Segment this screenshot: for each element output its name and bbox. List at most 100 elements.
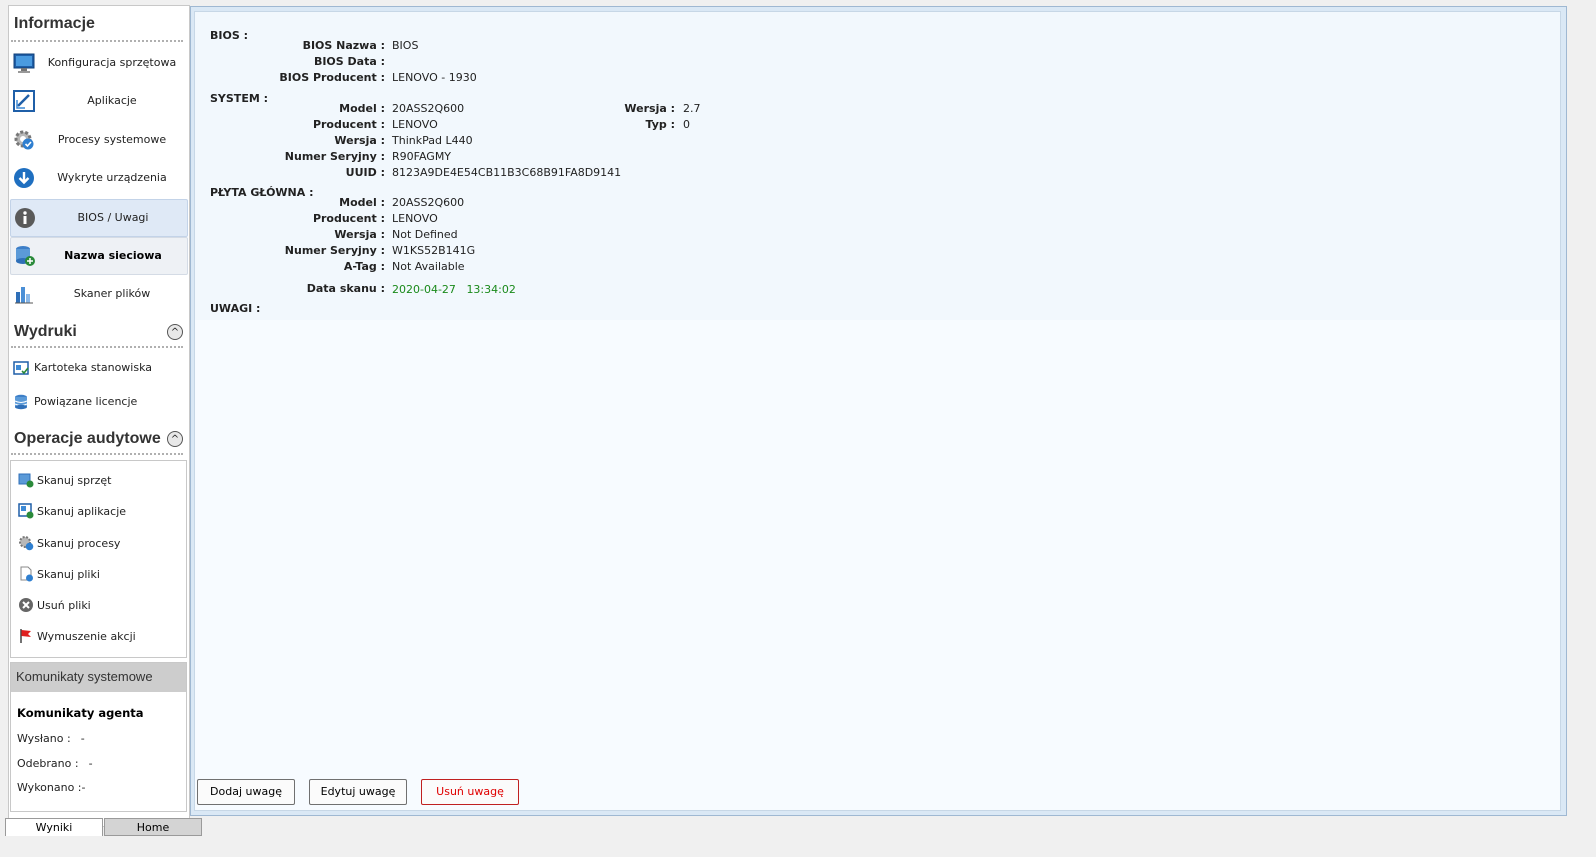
main-panel: BIOS : BIOS Nazwa : BIOS BIOS Data : BIO… (190, 6, 1567, 816)
stack-icon (14, 394, 28, 410)
print-item-related-licenses[interactable]: Powiązane licencje (10, 388, 186, 416)
agent-messages-title: Komunikaty agenta (17, 706, 144, 720)
received-label: Odebrano : (17, 757, 79, 770)
system-producer-value: LENOVO (392, 118, 438, 131)
op-delete-files[interactable]: Usuń pliki (18, 595, 178, 617)
divider (11, 40, 183, 42)
nav-item-label: BIOS / Uwagi (77, 211, 149, 224)
bios-producer-value: LENOVO - 1930 (392, 71, 477, 84)
op-force-action[interactable]: Wymuszenie akcji (18, 626, 178, 648)
board-version-label: Wersja : (334, 228, 385, 241)
received-value: - (88, 757, 93, 770)
system-messages-panel: Komunikaty systemowe Komunikaty agenta W… (10, 662, 187, 812)
scan-date-value: 2020-04-27 13:34:02 (392, 283, 516, 296)
nav-item-applications[interactable]: Aplikacje (10, 83, 186, 119)
nav-item-label: Nazwa sieciowa (64, 249, 162, 262)
system-version-label: Wersja : (334, 134, 385, 147)
system-producer-label: Producent : (312, 118, 385, 131)
card-icon (13, 361, 29, 375)
sidebar: Informacje Konfiguracja sprzętowa Aplika… (8, 5, 190, 827)
nav-item-label: Aplikacje (87, 94, 137, 107)
red-flag-icon (20, 629, 31, 643)
scan-processes-icon (19, 536, 34, 551)
nav-item-detected-devices[interactable]: Wykryte urządzenia (10, 160, 186, 196)
nav-item-label: Procesy systemowe (57, 133, 167, 146)
done-row: Wykonano :- (17, 781, 86, 794)
audit-operations-panel: Skanuj sprzęt Skanuj aplikacje Skanuj pr… (10, 460, 187, 658)
board-serial-value: W1KS52B141G (392, 244, 476, 257)
board-version-value: Not Defined (392, 228, 458, 241)
op-scan-hardware[interactable]: Skanuj sprzęt (18, 470, 178, 492)
op-label: Usuń pliki (37, 599, 91, 612)
system-uuid-value: 8123A9DE4E54CB11B3C68B91FA8D9141 (392, 166, 622, 179)
system-typ-label: Typ : (645, 118, 675, 131)
print-item-label: Powiązane licencje (34, 395, 138, 408)
bios-producer-label: BIOS Producent : (279, 71, 385, 84)
ops-section-header: Operacje audytowe (14, 430, 161, 447)
system-typ-value: 0 (683, 118, 690, 131)
scan-hardware-icon (18, 473, 34, 488)
bios-date-label: BIOS Data : (313, 55, 385, 68)
add-note-button[interactable]: Dodaj uwagę (197, 779, 295, 805)
print-item-workstation-card[interactable]: Kartoteka stanowiska (10, 354, 186, 382)
tab-results[interactable]: Wyniki (5, 818, 103, 836)
app-window-icon (13, 90, 35, 112)
nav-item-label: Wykryte urządzenia (57, 171, 167, 184)
system-wersja-value: 2.7 (683, 102, 701, 115)
board-producer-label: Producent : (312, 212, 385, 225)
scan-apps-icon (18, 503, 34, 519)
scan-date-label: Data skanu : (306, 282, 385, 295)
nav-item-label: Skaner plików (73, 287, 151, 300)
done-value: - (81, 781, 86, 794)
op-scan-apps[interactable]: Skanuj aplikacje (18, 501, 178, 523)
op-label: Skanuj aplikacje (37, 505, 127, 518)
op-scan-processes[interactable]: Skanuj procesy (18, 533, 178, 555)
op-label: Skanuj sprzęt (37, 474, 112, 487)
done-label: Wykonano : (17, 781, 82, 794)
gear-process-icon (14, 130, 34, 150)
info-icon (15, 208, 35, 228)
board-model-label: Model : (339, 196, 385, 209)
nav-item-file-scanner[interactable]: Skaner plików (10, 276, 186, 312)
board-model-value: 20ASS2Q600 (392, 196, 465, 209)
nav-item-hardware-config[interactable]: Konfiguracja sprzętowa (10, 45, 186, 81)
system-messages-title: Komunikaty systemowe (16, 669, 153, 684)
system-wersja-label: Wersja : (624, 102, 675, 115)
edit-note-button[interactable]: Edytuj uwagę (309, 779, 407, 805)
print-item-label: Kartoteka stanowiska (34, 361, 153, 374)
prints-section-header: Wydruki (14, 323, 77, 340)
notes-section-title: UWAGI : (210, 302, 261, 315)
system-version-value: ThinkPad L440 (392, 134, 473, 147)
system-serial-label: Numer Seryjny : (284, 150, 385, 163)
op-scan-files[interactable]: Skanuj pliki (18, 564, 178, 586)
nav-item-bios-notes[interactable]: BIOS / Uwagi (10, 199, 188, 237)
collapse-prints-button[interactable]: ^ (167, 324, 183, 340)
system-messages-header[interactable]: Komunikaty systemowe (11, 663, 186, 692)
tab-home[interactable]: Home (104, 818, 202, 836)
scan-date: 2020-04-27 (392, 283, 456, 296)
system-model-value: 20ASS2Q600 (392, 102, 465, 115)
received-row: Odebrano :- (17, 757, 93, 770)
bar-chart-icon (15, 287, 33, 304)
database-network-icon (16, 246, 35, 266)
system-model-label: Model : (339, 102, 385, 115)
info-area: BIOS : BIOS Nazwa : BIOS BIOS Data : BIO… (195, 12, 1560, 320)
sent-row: Wysłano :- (17, 732, 85, 745)
nav-item-system-processes[interactable]: Procesy systemowe (10, 122, 186, 158)
divider (11, 453, 183, 455)
op-label: Skanuj procesy (37, 537, 121, 550)
nav-item-network-name[interactable]: Nazwa sieciowa (10, 237, 188, 275)
info-section-header: Informacje (14, 15, 95, 32)
monitor-icon (13, 53, 35, 73)
board-atag-value: Not Available (392, 260, 465, 273)
system-serial-value: R90FAGMY (392, 150, 452, 163)
collapse-ops-button[interactable]: ^ (167, 431, 183, 447)
system-uuid-label: UUID : (345, 166, 385, 179)
sent-value: - (80, 732, 85, 745)
delete-note-button[interactable]: Usuń uwagę (421, 779, 519, 805)
divider (11, 346, 183, 348)
sent-label: Wysłano : (17, 732, 71, 745)
nav-item-label: Konfiguracja sprzętowa (47, 56, 177, 69)
bios-name-value: BIOS (392, 39, 419, 52)
board-producer-value: LENOVO (392, 212, 438, 225)
